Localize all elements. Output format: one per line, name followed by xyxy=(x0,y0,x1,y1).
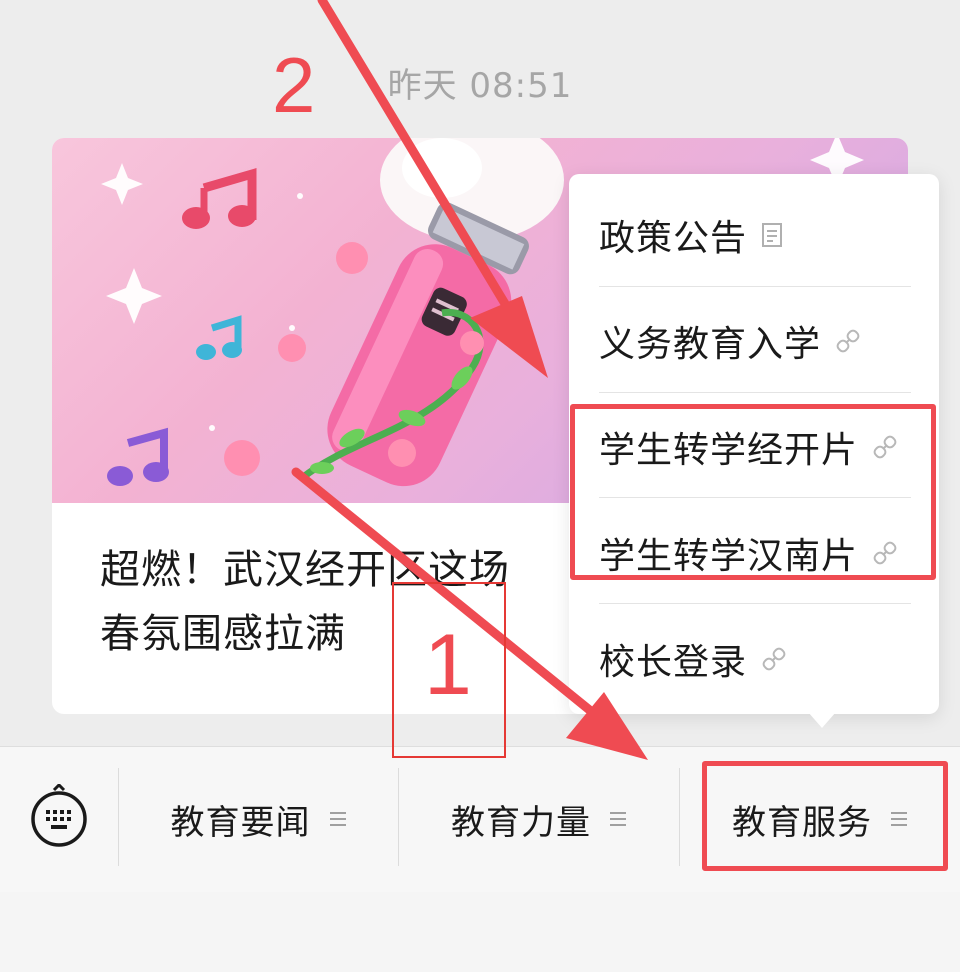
submenu-item-principal-login[interactable]: 校长登录 xyxy=(599,606,911,712)
menu-lines-icon xyxy=(329,810,347,828)
popup-caret xyxy=(808,712,836,728)
link-icon xyxy=(872,434,898,460)
menu-divider xyxy=(599,497,911,498)
submenu-popup: 政策公告 义务教育入学 学生转学经开片 学生转学汉南片 校长登录 xyxy=(569,174,939,714)
menu-lines-icon xyxy=(609,810,627,828)
tab-education-news[interactable]: 教育要闻 xyxy=(119,776,398,862)
submenu-item-transfer-jingkai[interactable]: 学生转学经开片 xyxy=(599,394,911,500)
keyboard-icon[interactable] xyxy=(26,782,92,850)
bottom-safe-area xyxy=(0,892,960,972)
message-timestamp: 昨天 08:51 xyxy=(387,66,573,106)
link-icon xyxy=(761,646,787,672)
tab-education-power[interactable]: 教育力量 xyxy=(399,776,679,862)
submenu-item-policy[interactable]: 政策公告 xyxy=(599,182,911,288)
document-icon xyxy=(761,222,783,248)
menu-divider xyxy=(599,286,911,287)
submenu-item-compulsory-enrollment[interactable]: 义务教育入学 xyxy=(599,288,911,394)
tab-education-services[interactable]: 教育服务 xyxy=(680,776,960,862)
menu-lines-icon xyxy=(890,810,908,828)
submenu-item-transfer-hannan[interactable]: 学生转学汉南片 xyxy=(599,500,911,606)
link-icon xyxy=(835,328,861,354)
menu-divider xyxy=(599,603,911,604)
menu-divider xyxy=(599,392,911,393)
link-icon xyxy=(872,540,898,566)
